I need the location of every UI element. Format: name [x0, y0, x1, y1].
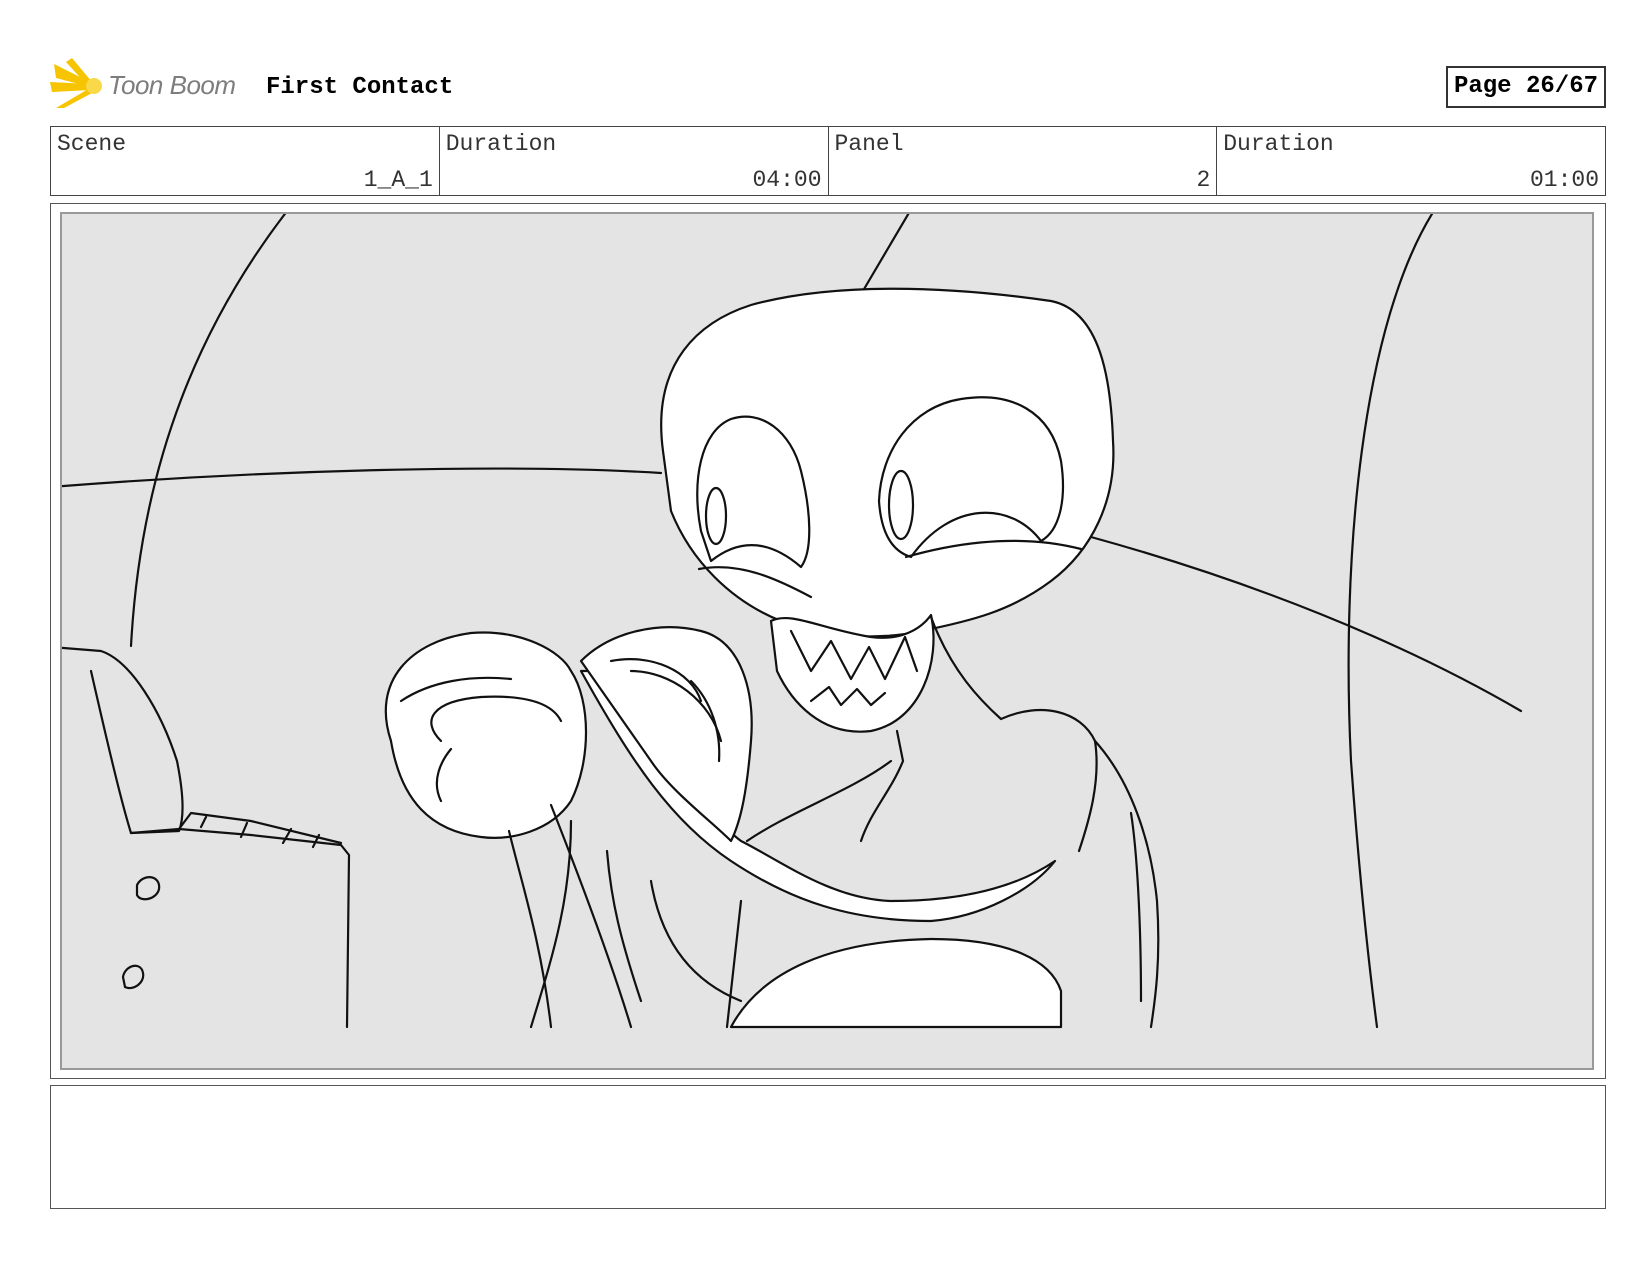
starburst-icon [50, 58, 102, 108]
alien-sketch-drawing [62, 214, 1523, 1029]
panel-label: Panel [834, 131, 904, 157]
scene-duration-cell: Duration 04:00 [440, 127, 829, 195]
panel-duration-value: 01:00 [1529, 167, 1599, 193]
panel-artwork [60, 212, 1594, 1070]
panel-value: 2 [1196, 167, 1211, 193]
scene-label: Scene [57, 131, 127, 157]
panel-duration-cell: Duration 01:00 [1217, 127, 1605, 195]
scene-info-table: Scene 1_A_1 Duration 04:00 Panel 2 Durat… [50, 126, 1606, 196]
scene-cell: Scene 1_A_1 [51, 127, 440, 195]
page-header: Toon Boom First Contact Page 26/67 [50, 58, 1606, 110]
scene-duration-label: Duration [445, 131, 557, 157]
storyboard-panel [50, 203, 1606, 1079]
panel-notes [50, 1085, 1606, 1209]
project-title: First Contact [266, 74, 454, 101]
scene-duration-value: 04:00 [752, 167, 822, 193]
page-indicator: Page 26/67 [1445, 66, 1606, 108]
panel-duration-label: Duration [1223, 131, 1334, 157]
panel-cell: Panel 2 [829, 127, 1218, 195]
scene-value: 1_A_1 [363, 167, 433, 193]
logo-text: Toon Boom [108, 70, 236, 100]
toon-boom-logo: Toon Boom [50, 58, 250, 112]
